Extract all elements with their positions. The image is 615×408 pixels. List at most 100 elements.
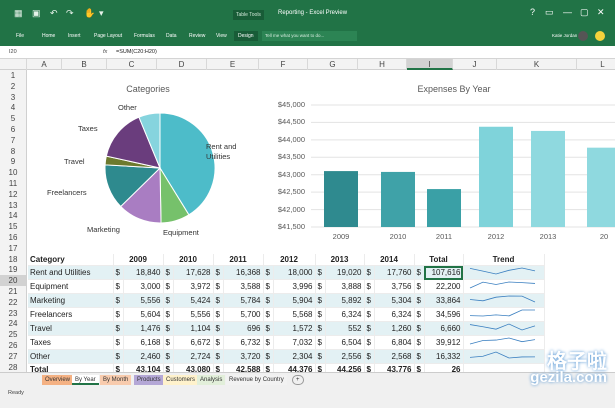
total-cell[interactable]: 107,616 — [424, 265, 464, 280]
column-header-h[interactable]: H — [358, 59, 407, 70]
column-header-l[interactable]: L — [577, 59, 615, 70]
column-header-k[interactable]: K — [497, 59, 577, 70]
tab-page-layout[interactable]: Page Layout — [94, 33, 122, 39]
sheet-tab-products[interactable]: Products — [134, 375, 164, 385]
value-cell[interactable]: 3,996 — [273, 279, 316, 294]
table-row[interactable]: Other $2,460 $2,724 $3,720 $2,304 $2,556 $2,56… — [28, 349, 545, 364]
row-header-19[interactable]: 19 — [0, 264, 26, 275]
value-cell[interactable]: 19,020 — [325, 265, 365, 280]
value-cell[interactable]: 3,720 — [223, 349, 264, 364]
row-header-6[interactable]: 6 — [0, 124, 26, 135]
column-header-i[interactable]: I — [407, 59, 453, 70]
tab-review[interactable]: Review — [189, 33, 205, 39]
value-cell[interactable]: 5,556 — [173, 307, 214, 322]
value-cell[interactable]: 1,572 — [273, 321, 316, 336]
value-cell[interactable]: 5,556 — [123, 293, 164, 308]
row-header-1[interactable]: 1 — [0, 70, 26, 81]
tab-home[interactable]: Home — [42, 33, 55, 39]
total-cell[interactable]: 16,332 — [424, 349, 464, 364]
value-cell[interactable]: 6,732 — [223, 335, 264, 350]
trend-cell[interactable] — [463, 307, 545, 322]
row-header-2[interactable]: 2 — [0, 81, 26, 92]
category-cell[interactable]: Taxes — [28, 335, 114, 350]
help-icon[interactable]: ? — [530, 7, 535, 17]
user-name[interactable]: Katie Jordan — [552, 33, 577, 38]
table-header-cell[interactable]: Category — [28, 254, 114, 266]
row-header-22[interactable]: 22 — [0, 297, 26, 308]
row-header-26[interactable]: 26 — [0, 340, 26, 351]
tab-view[interactable]: View — [216, 33, 227, 39]
touch-mode-icon[interactable]: ✋ — [84, 8, 95, 19]
category-cell[interactable]: Rent and Utilities — [28, 265, 114, 280]
value-cell[interactable]: 7,032 — [273, 335, 316, 350]
tab-formulas[interactable]: Formulas — [134, 33, 155, 39]
column-header-b[interactable]: B — [62, 59, 107, 70]
select-all-corner[interactable] — [0, 59, 27, 70]
tab-insert[interactable]: Insert — [68, 33, 81, 39]
row-header-14[interactable]: 14 — [0, 210, 26, 221]
table-header-cell[interactable]: Total — [414, 254, 464, 266]
fx-icon[interactable]: fx — [103, 49, 107, 55]
sheet-tab-customers[interactable]: Customers — [163, 375, 199, 385]
row-header-10[interactable]: 10 — [0, 167, 26, 178]
value-cell[interactable]: 5,424 — [173, 293, 214, 308]
redo-icon[interactable]: ↷ — [66, 8, 74, 19]
row-header-7[interactable]: 7 — [0, 135, 26, 146]
value-cell[interactable]: 5,700 — [223, 307, 264, 322]
value-cell[interactable]: 5,904 — [273, 293, 316, 308]
total-cell[interactable]: 33,864 — [424, 293, 464, 308]
sheet-tab-overview[interactable]: Overview — [42, 375, 74, 385]
save-icon[interactable]: ▣ — [32, 8, 41, 19]
pie-chart[interactable]: Categories Other Taxes Travel Freelancer… — [28, 70, 266, 252]
bar-2010[interactable] — [381, 171, 415, 227]
value-cell[interactable]: 3,588 — [223, 279, 264, 294]
value-cell[interactable]: 1,476 — [123, 321, 164, 336]
table-row[interactable]: Freelancers $5,604 $5,556 $5,700 $5,568 $6,32… — [28, 307, 545, 322]
name-box[interactable]: I20 — [9, 49, 17, 55]
row-header-15[interactable]: 15 — [0, 221, 26, 232]
table-header-cell[interactable]: 2009 — [113, 254, 164, 266]
tab-data[interactable]: Data — [166, 33, 177, 39]
tab-design[interactable]: Design — [234, 31, 258, 41]
total-cell[interactable]: 34,596 — [424, 307, 464, 322]
table-row[interactable]: Rent and Utilities $18,840 $17,628 $16,368 $… — [28, 265, 545, 280]
category-cell[interactable]: Marketing — [28, 293, 114, 308]
value-cell[interactable]: 5,568 — [273, 307, 316, 322]
value-cell[interactable]: 3,888 — [325, 279, 365, 294]
category-cell[interactable]: Equipment — [28, 279, 114, 294]
column-header-e[interactable]: E — [207, 59, 259, 70]
row-header-5[interactable]: 5 — [0, 113, 26, 124]
row-header-9[interactable]: 9 — [0, 156, 26, 167]
sheet-tab-analysis[interactable]: Analysis — [197, 375, 226, 385]
value-cell[interactable]: 5,892 — [325, 293, 365, 308]
worksheet[interactable]: Categories Other Taxes Travel Freelancer… — [28, 70, 615, 376]
row-header-18[interactable]: 18 — [0, 254, 26, 265]
category-cell[interactable]: Freelancers — [28, 307, 114, 322]
row-header-13[interactable]: 13 — [0, 200, 26, 211]
category-cell[interactable]: Travel — [28, 321, 114, 336]
column-header-g[interactable]: G — [308, 59, 358, 70]
bar-2013[interactable] — [531, 130, 565, 227]
trend-cell[interactable] — [463, 349, 545, 364]
sheet-tab-by-month[interactable]: By Month — [100, 375, 132, 385]
value-cell[interactable]: 6,324 — [325, 307, 365, 322]
value-cell[interactable]: 6,804 — [374, 335, 415, 350]
sheet-tab-by-year[interactable]: By Year — [72, 375, 99, 385]
value-cell[interactable]: 2,460 — [123, 349, 164, 364]
row-header-12[interactable]: 12 — [0, 189, 26, 200]
trend-cell[interactable] — [463, 293, 545, 308]
value-cell[interactable]: 6,324 — [374, 307, 415, 322]
column-header-f[interactable]: F — [259, 59, 308, 70]
category-cell[interactable]: Other — [28, 349, 114, 364]
table-header-cell[interactable]: Trend — [463, 254, 545, 266]
trend-cell[interactable] — [463, 279, 545, 294]
bar-2009[interactable] — [324, 171, 358, 227]
row-header-8[interactable]: 8 — [0, 146, 26, 157]
table-row[interactable]: Travel $1,476 $1,104 $696 $1,572 $552 $1,260 $6… — [28, 321, 545, 336]
value-cell[interactable]: 6,168 — [123, 335, 164, 350]
value-cell[interactable]: 696 — [223, 321, 264, 336]
value-cell[interactable]: 552 — [325, 321, 365, 336]
value-cell[interactable]: 3,972 — [173, 279, 214, 294]
value-cell[interactable]: 16,368 — [223, 265, 264, 280]
tell-me-input[interactable]: Tell me what you want to do... — [262, 31, 357, 41]
